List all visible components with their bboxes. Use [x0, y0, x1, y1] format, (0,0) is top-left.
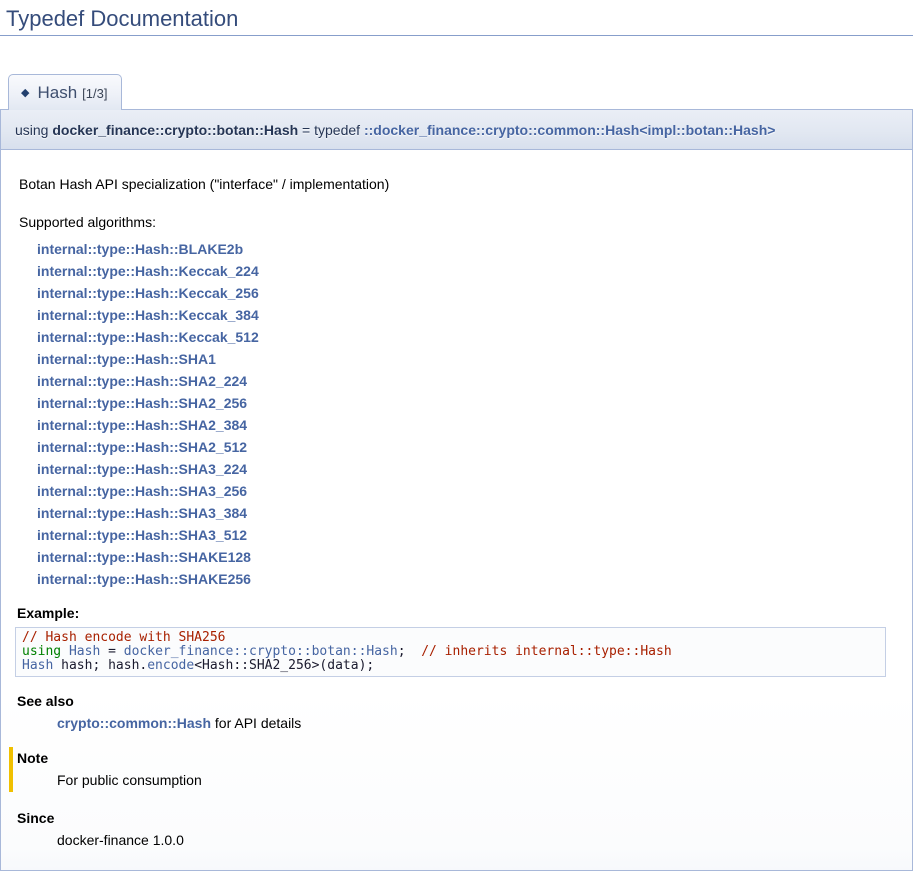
member-doc: Botan Hash API specialization ("interfac…	[0, 150, 913, 871]
since-label: Since	[17, 810, 902, 826]
doc-intro-text: Botan Hash API specialization ("interfac…	[19, 176, 902, 192]
algorithm-link[interactable]: internal::type::Hash::SHA2_224	[37, 370, 247, 392]
member-tab: ◆ Hash [1/3]	[8, 74, 122, 110]
see-also-section: See also crypto::common::Hash for API de…	[17, 693, 902, 731]
code-link-encode[interactable]: encode	[147, 658, 194, 673]
algorithm-link[interactable]: internal::type::Hash::SHA3_256	[37, 480, 247, 502]
code-line: using Hash = docker_finance::crypto::bot…	[22, 645, 879, 659]
proto-typedef-name: docker_finance::crypto::botan::Hash	[52, 122, 298, 138]
code-text: <Hash::SHA2_256>(data);	[194, 658, 374, 673]
algorithm-link[interactable]: internal::type::Hash::SHA1	[37, 348, 216, 370]
algorithm-link[interactable]: internal::type::Hash::Keccak_256	[37, 282, 259, 304]
algorithm-link[interactable]: internal::type::Hash::SHA2_256	[37, 392, 247, 414]
algorithm-link[interactable]: internal::type::Hash::BLAKE2b	[37, 238, 243, 260]
since-section: Since docker-finance 1.0.0	[17, 810, 902, 848]
section-title: Typedef Documentation	[0, 0, 913, 36]
see-also-content: crypto::common::Hash for API details	[57, 715, 902, 731]
code-comment: // Hash encode with SHA256	[22, 630, 226, 645]
member-item: using docker_finance::crypto::botan::Has…	[0, 109, 913, 871]
algorithms-label: Supported algorithms:	[19, 214, 902, 230]
algorithm-link[interactable]: internal::type::Hash::SHA2_512	[37, 436, 247, 458]
code-text	[61, 644, 69, 659]
see-also-label: See also	[17, 693, 902, 709]
member-name: Hash	[37, 83, 77, 102]
algorithms-list: internal::type::Hash::BLAKE2b internal::…	[37, 238, 902, 590]
code-link-botan-hash[interactable]: docker_finance::crypto::botan::Hash	[124, 644, 398, 659]
since-text: docker-finance 1.0.0	[57, 832, 902, 848]
algorithm-link[interactable]: internal::type::Hash::SHAKE128	[37, 546, 251, 568]
algorithm-link[interactable]: internal::type::Hash::Keccak_384	[37, 304, 259, 326]
code-text: hash; hash.	[53, 658, 147, 673]
code-text: =	[100, 644, 123, 659]
algorithm-link[interactable]: internal::type::Hash::SHA3_224	[37, 458, 247, 480]
code-keyword: using	[22, 644, 61, 659]
note-label: Note	[17, 750, 902, 766]
algorithm-link[interactable]: internal::type::Hash::SHA3_384	[37, 502, 247, 524]
code-text: ;	[398, 644, 421, 659]
see-also-text: for API details	[211, 715, 301, 731]
proto-target-type-link[interactable]: ::docker_finance::crypto::common::Hash<i…	[364, 122, 775, 138]
note-text: For public consumption	[57, 772, 902, 788]
code-link-hash[interactable]: Hash	[69, 644, 100, 659]
permalink-anchor-icon[interactable]: ◆	[21, 87, 29, 99]
proto-equals-typedef: = typedef	[298, 122, 364, 138]
example-label: Example:	[17, 605, 902, 621]
typedef-documentation-section: Typedef Documentation ◆ Hash [1/3] using d…	[0, 0, 913, 871]
algorithm-link[interactable]: internal::type::Hash::Keccak_224	[37, 260, 259, 282]
code-line: Hash hash; hash.encode<Hash::SHA2_256>(d…	[22, 659, 879, 673]
algorithm-link[interactable]: internal::type::Hash::SHA2_384	[37, 414, 247, 436]
note-section: Note For public consumption	[9, 747, 902, 792]
member-prototype: using docker_finance::crypto::botan::Has…	[0, 109, 913, 150]
member-hash-block: ◆Hash[1/3] using docker_finance::crypto:…	[0, 36, 913, 871]
code-comment: // inherits internal::type::Hash	[421, 644, 671, 659]
algorithm-link[interactable]: internal::type::Hash::SHAKE256	[37, 568, 251, 590]
member-overload-index: [1/3]	[82, 86, 107, 101]
algorithm-link[interactable]: internal::type::Hash::Keccak_512	[37, 326, 259, 348]
see-also-link[interactable]: crypto::common::Hash	[57, 715, 211, 731]
code-block: // Hash encode with SHA256 using Hash = …	[15, 627, 886, 677]
algorithm-link[interactable]: internal::type::Hash::SHA3_512	[37, 524, 247, 546]
code-line: // Hash encode with SHA256	[22, 631, 879, 645]
code-link-hash[interactable]: Hash	[22, 658, 53, 673]
proto-using-keyword: using	[15, 122, 52, 138]
